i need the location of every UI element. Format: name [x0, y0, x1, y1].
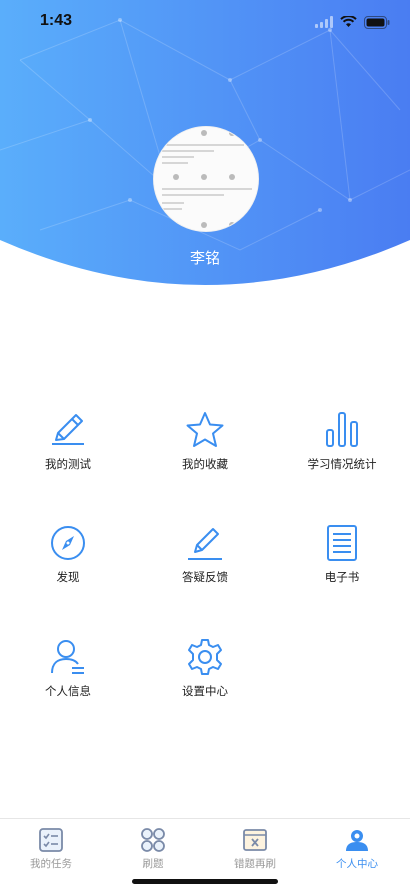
tab-wrong-questions[interactable]: 错题再刷 [204, 827, 306, 871]
avatar-image [154, 127, 258, 231]
battery-icon [364, 15, 390, 29]
menu-item-my-tests[interactable]: 我的测试 [8, 410, 128, 480]
tab-user-center[interactable]: 个人中心 [306, 827, 408, 871]
tab-label: 我的任务 [30, 858, 72, 870]
menu-item-study-stats[interactable]: 学习情况统计 [282, 410, 402, 480]
compass-icon [51, 526, 85, 560]
pencil-icon [52, 414, 84, 445]
menu-item-label: 答疑反馈 [182, 570, 228, 584]
menu-item-label: 发现 [56, 570, 80, 584]
tab-label: 错题再刷 [234, 858, 276, 870]
menu-item-settings[interactable]: 设置中心 [145, 637, 265, 707]
menu-item-my-favorites[interactable]: 我的收藏 [145, 410, 265, 480]
menu-item-label: 学习情况统计 [307, 457, 377, 471]
bar-chart-icon [326, 412, 358, 447]
cellular-signal-icon [315, 16, 333, 28]
menu-item-label: 个人信息 [45, 684, 91, 698]
menu-item-discover[interactable]: 发现 [8, 523, 128, 593]
star-icon [186, 412, 224, 447]
menu-item-qa-feedback[interactable]: 答疑反馈 [145, 523, 265, 593]
status-bar: 1:43 [0, 0, 410, 44]
menu-item-ebook[interactable]: 电子书 [282, 523, 402, 593]
wrong-questions-icon [243, 829, 267, 851]
wifi-icon [340, 16, 357, 27]
home-indicator [132, 879, 278, 884]
feedback-pen-icon [188, 528, 222, 560]
status-time: 1:43 [40, 12, 73, 29]
gear-icon [188, 639, 222, 675]
status-icons [315, 14, 390, 30]
tab-my-tasks[interactable]: 我的任务 [0, 827, 102, 871]
tab-label: 个人中心 [336, 858, 378, 870]
grid-dots-icon [141, 828, 165, 852]
ebook-icon [327, 525, 357, 561]
menu-item-label: 我的收藏 [182, 457, 228, 471]
menu-item-label: 我的测试 [45, 457, 91, 471]
task-list-icon [39, 828, 63, 852]
menu-item-personal-info[interactable]: 个人信息 [8, 637, 128, 707]
avatar[interactable] [153, 126, 259, 232]
user-center-icon [346, 830, 368, 851]
menu-item-label: 设置中心 [182, 684, 228, 698]
person-icon [51, 640, 84, 674]
tab-label: 刷题 [142, 858, 164, 870]
menu-item-label: 电子书 [324, 570, 360, 584]
tab-practice[interactable]: 刷题 [102, 827, 204, 871]
username: 李铭 [189, 249, 220, 267]
profile-header: 1:43 李铭 [0, 0, 410, 300]
